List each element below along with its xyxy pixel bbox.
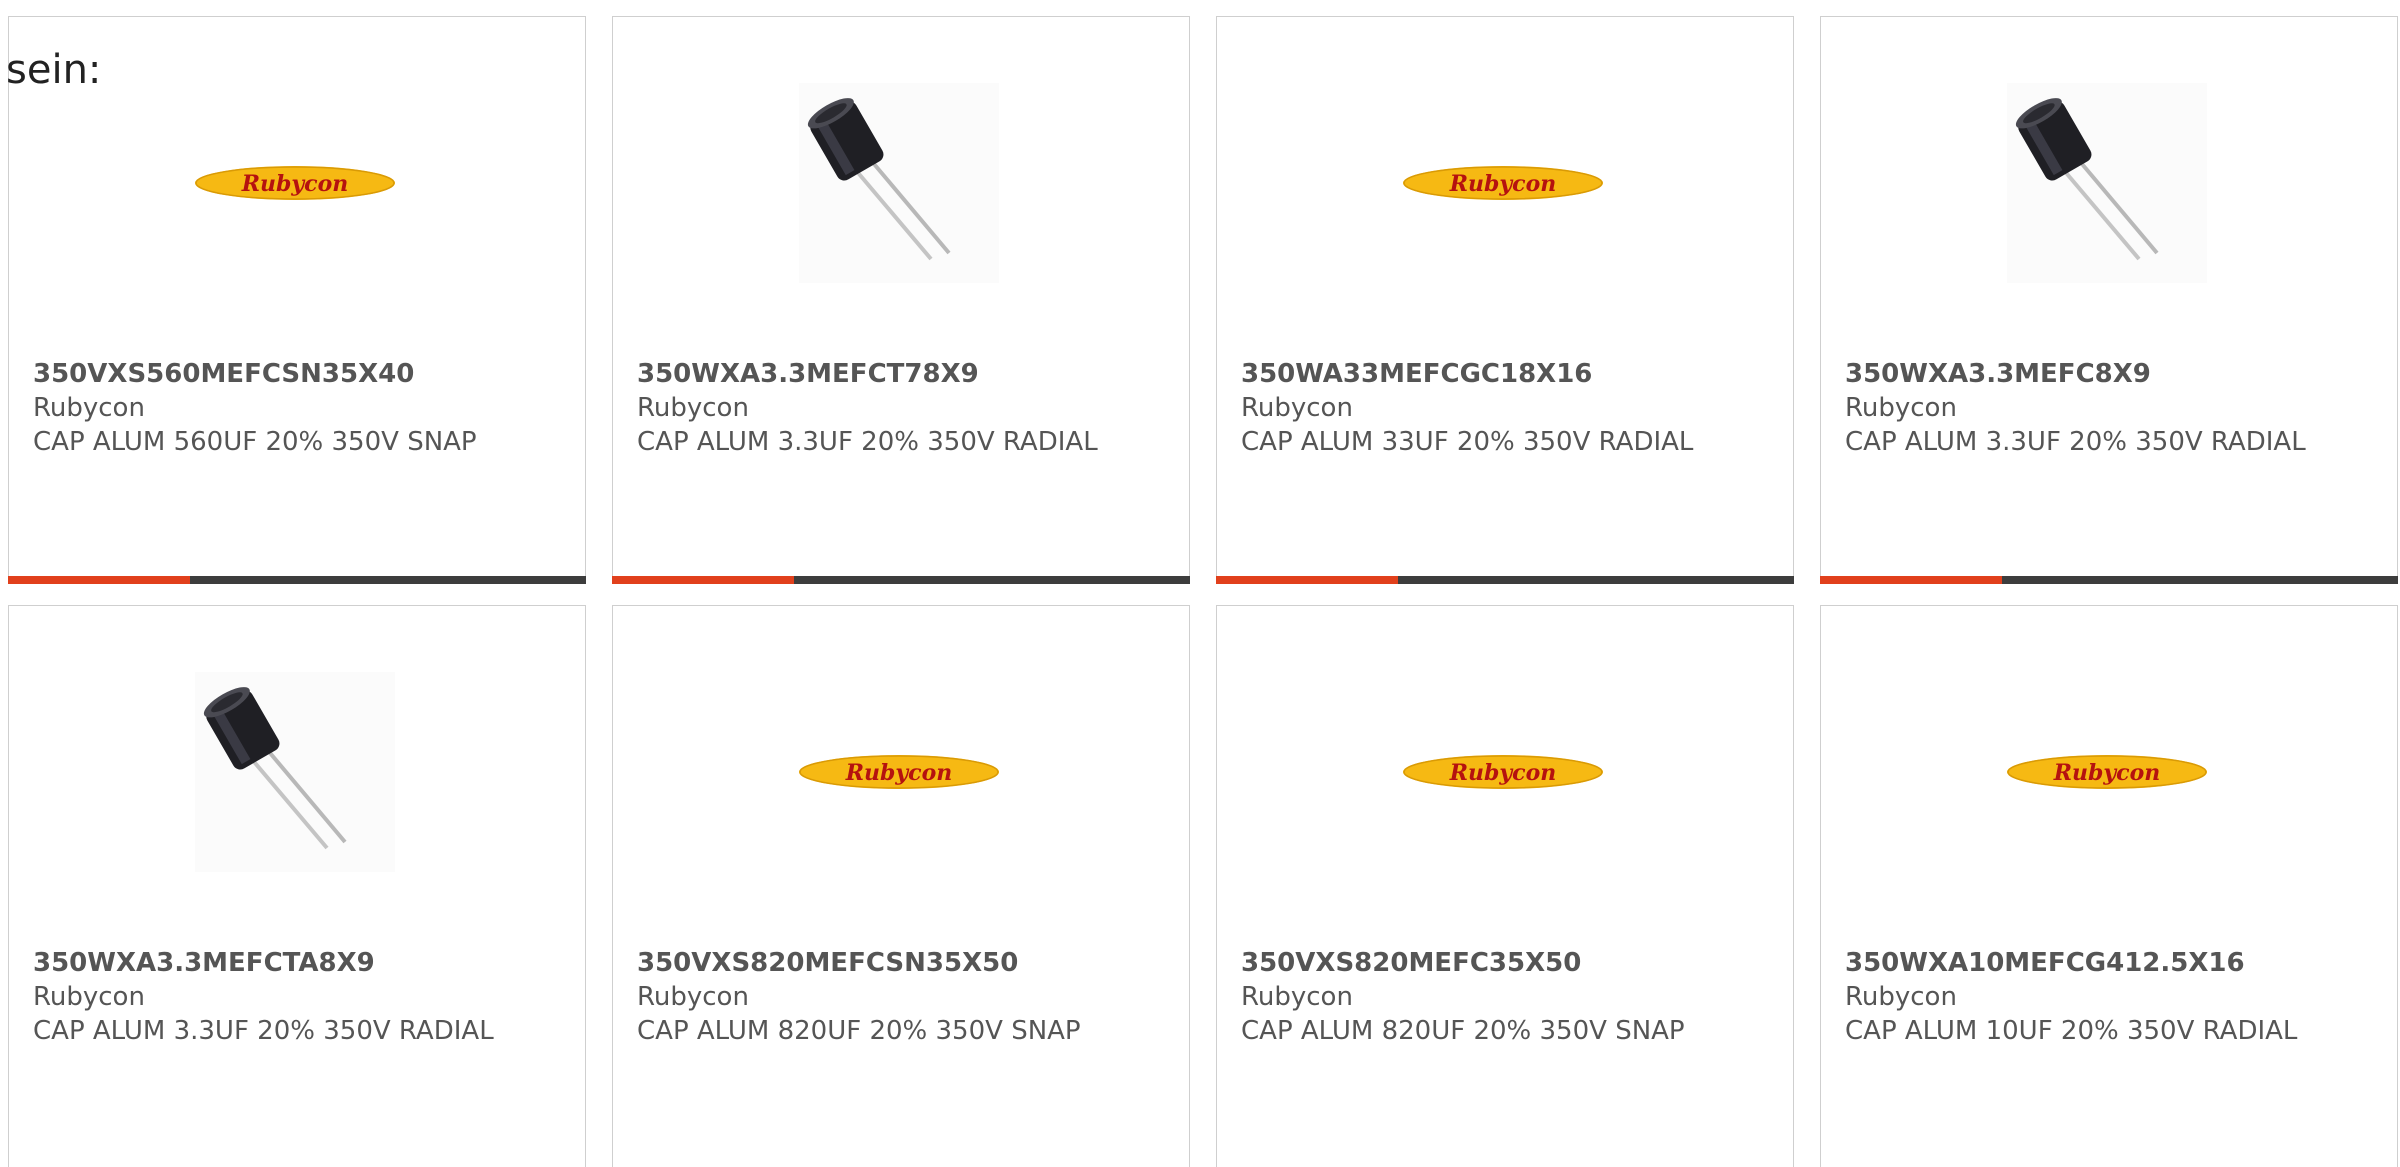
product-info: 350VXS820MEFC35X50 Rubycon CAP ALUM 820U… [1241,946,1761,1048]
product-card[interactable]: Rubycon 350VXS820MEFCSN35X50 Rubycon CAP… [612,605,1190,1167]
product-card[interactable]: Rubycon 350WA33MEFCGC18X16 Rubycon CAP A… [1216,16,1794,584]
card-accent-bar [8,576,586,584]
product-image[interactable]: Rubycon [195,83,395,283]
part-number-link[interactable]: 350WXA3.3MEFC8X9 [1845,357,2365,391]
product-info: 350WXA3.3MEFCTA8X9 Rubycon CAP ALUM 3.3U… [33,946,553,1048]
card-accent-bar [612,576,1190,584]
product-description: CAP ALUM 560UF 20% 350V SNAP [33,427,477,457]
rubycon-logo-text: Rubycon [845,760,953,786]
manufacturer-label: Rubycon [1845,982,1957,1012]
rubycon-logo-icon: Rubycon [195,166,395,200]
part-number-link[interactable]: 350WXA3.3MEFCTA8X9 [33,946,553,980]
manufacturer-label: Rubycon [33,393,145,423]
product-info: 350WXA10MEFCG412.5X16 Rubycon CAP ALUM 1… [1845,946,2365,1048]
product-description: CAP ALUM 3.3UF 20% 350V RADIAL [637,427,1098,457]
product-image[interactable]: Rubycon [1403,672,1603,872]
card-accent-bar [1820,576,2398,584]
part-number-link[interactable]: 350WA33MEFCGC18X16 [1241,357,1761,391]
product-card[interactable]: 350WXA3.3MEFC8X9 Rubycon CAP ALUM 3.3UF … [1820,16,2398,584]
rubycon-logo-text: Rubycon [241,171,349,197]
product-image[interactable] [799,83,999,283]
product-description: CAP ALUM 820UF 20% 350V SNAP [1241,1016,1685,1046]
product-image[interactable] [195,672,395,872]
part-number-link[interactable]: 350VXS820MEFCSN35X50 [637,946,1157,980]
capacitor-photo-icon [2007,83,2207,283]
rubycon-logo-icon: Rubycon [2007,755,2207,789]
product-info: 350WXA3.3MEFCT78X9 Rubycon CAP ALUM 3.3U… [637,357,1157,459]
product-grid-page: sein: Rubycon 350VXS560MEFCSN35X40 Rubyc… [0,0,2400,1167]
product-description: CAP ALUM 820UF 20% 350V SNAP [637,1016,1081,1046]
rubycon-logo-text: Rubycon [1449,171,1557,197]
product-image[interactable]: Rubycon [1403,83,1603,283]
product-info: 350WA33MEFCGC18X16 Rubycon CAP ALUM 33UF… [1241,357,1761,459]
part-number-link[interactable]: 350WXA10MEFCG412.5X16 [1845,946,2365,980]
product-info: 350VXS820MEFCSN35X50 Rubycon CAP ALUM 82… [637,946,1157,1048]
product-description: CAP ALUM 3.3UF 20% 350V RADIAL [33,1016,494,1046]
product-description: CAP ALUM 10UF 20% 350V RADIAL [1845,1016,2298,1046]
part-number-link[interactable]: 350VXS820MEFC35X50 [1241,946,1761,980]
rubycon-logo-icon: Rubycon [1403,166,1603,200]
manufacturer-label: Rubycon [1845,393,1957,423]
manufacturer-label: Rubycon [637,982,749,1012]
rubycon-logo-icon: Rubycon [1403,755,1603,789]
rubycon-logo-text: Rubycon [2053,760,2161,786]
product-image[interactable] [2007,83,2207,283]
rubycon-logo-icon: Rubycon [799,755,999,789]
product-card[interactable]: Rubycon 350VXS560MEFCSN35X40 Rubycon CAP… [8,16,586,584]
card-accent-bar [1216,576,1794,584]
product-description: CAP ALUM 3.3UF 20% 350V RADIAL [1845,427,2306,457]
part-number-link[interactable]: 350VXS560MEFCSN35X40 [33,357,553,391]
capacitor-photo-icon [195,672,395,872]
product-image[interactable]: Rubycon [2007,672,2207,872]
manufacturer-label: Rubycon [1241,393,1353,423]
manufacturer-label: Rubycon [1241,982,1353,1012]
product-info: 350VXS560MEFCSN35X40 Rubycon CAP ALUM 56… [33,357,553,459]
product-card[interactable]: Rubycon 350VXS820MEFC35X50 Rubycon CAP A… [1216,605,1794,1167]
product-image[interactable]: Rubycon [799,672,999,872]
manufacturer-label: Rubycon [637,393,749,423]
product-info: 350WXA3.3MEFC8X9 Rubycon CAP ALUM 3.3UF … [1845,357,2365,459]
product-card[interactable]: 350WXA3.3MEFCT78X9 Rubycon CAP ALUM 3.3U… [612,16,1190,584]
product-card[interactable]: Rubycon 350WXA10MEFCG412.5X16 Rubycon CA… [1820,605,2398,1167]
capacitor-photo-icon [799,83,999,283]
rubycon-logo-text: Rubycon [1449,760,1557,786]
product-description: CAP ALUM 33UF 20% 350V RADIAL [1241,427,1694,457]
part-number-link[interactable]: 350WXA3.3MEFCT78X9 [637,357,1157,391]
product-card[interactable]: 350WXA3.3MEFCTA8X9 Rubycon CAP ALUM 3.3U… [8,605,586,1167]
intro-text: sein: [6,47,102,93]
manufacturer-label: Rubycon [33,982,145,1012]
